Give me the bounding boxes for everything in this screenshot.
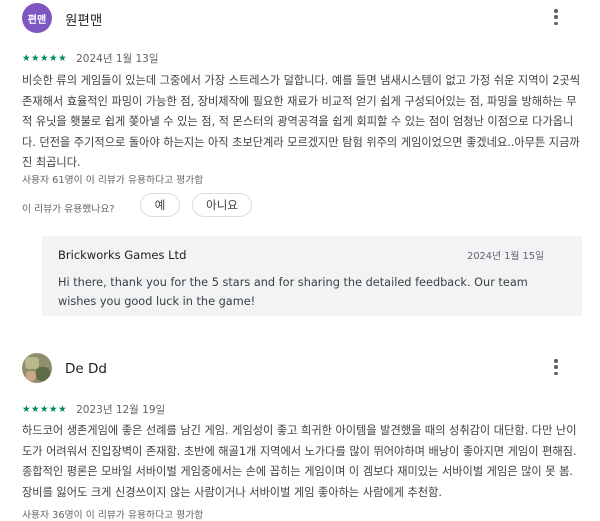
helpful-count: 사용자 36명이 이 리뷰가 유용하다고 평가함	[22, 510, 204, 521]
developer-reply-date: 2024년 1월 15일	[467, 251, 544, 262]
more-vert-icon[interactable]	[549, 7, 563, 27]
more-vert-icon[interactable]	[549, 357, 563, 377]
developer-name: Brickworks Games Ltd	[58, 248, 187, 262]
helpful-count: 사용자 61명이 이 리뷰가 유용하다고 평가함	[22, 175, 204, 186]
helpful-question: 이 리뷰가 유용했나요?	[22, 204, 115, 215]
review-date: 2023년 12월 19일	[76, 404, 166, 416]
review-author: De Dd	[65, 361, 107, 377]
helpful-no-button[interactable]: 아니요	[192, 193, 252, 217]
developer-reply-text: Hi there, thank you for the 5 stars and …	[58, 276, 528, 308]
avatar-text: 편맨	[27, 14, 47, 26]
review-meta: ★★★★★ 2024년 1월 13일	[22, 51, 159, 66]
review-text: 하드코어 생존게임에 좋은 선례를 남긴 게임. 게임성이 좋고 희귀한 아이템…	[22, 424, 577, 499]
helpful-yes-button[interactable]: 예	[140, 193, 180, 217]
review-meta: ★★★★★ 2023년 12월 19일	[22, 402, 165, 417]
review-text: 비슷한 류의 게임들이 있는데 그중에서 가장 스트레스가 덜합니다. 예를 들…	[22, 74, 581, 169]
avatar: 편맨	[22, 3, 52, 33]
review-date: 2024년 1월 13일	[76, 53, 159, 65]
review-author: 원편맨	[65, 13, 103, 29]
star-rating: ★★★★★	[22, 53, 68, 64]
avatar	[22, 353, 52, 383]
star-rating: ★★★★★	[22, 404, 68, 415]
developer-reply: Brickworks Games Ltd 2024년 1월 15일 Hi the…	[42, 236, 582, 316]
